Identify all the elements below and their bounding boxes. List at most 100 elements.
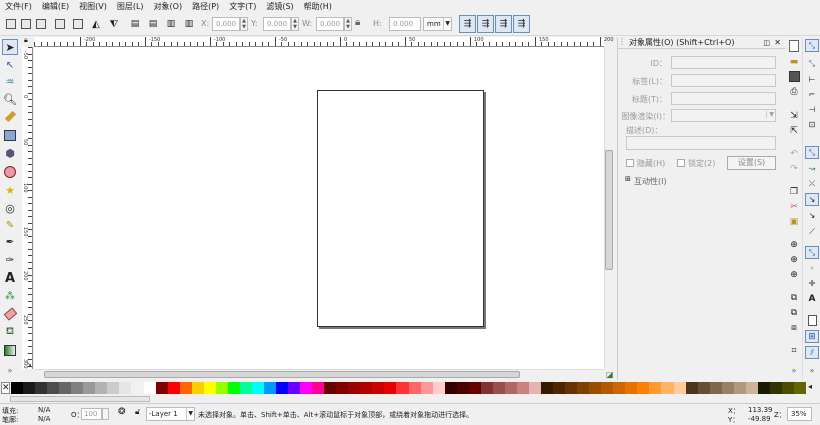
w-stepper[interactable]: ▲ ▼ bbox=[344, 17, 352, 31]
color-swatch[interactable] bbox=[119, 382, 132, 394]
color-swatch[interactable] bbox=[71, 382, 84, 394]
snap-nodes-toggle[interactable]: ⤡ bbox=[805, 146, 819, 159]
export-button[interactable]: ⇱ bbox=[787, 124, 801, 137]
w-field[interactable] bbox=[316, 17, 344, 31]
color-swatch[interactable] bbox=[553, 382, 566, 394]
color-swatch[interactable] bbox=[541, 382, 554, 394]
color-swatch[interactable] bbox=[793, 382, 807, 394]
color-swatch[interactable] bbox=[300, 382, 313, 394]
spray-tool[interactable]: ⁂ bbox=[2, 288, 18, 304]
y-stepper[interactable]: ▲ ▼ bbox=[291, 17, 299, 31]
color-swatch[interactable] bbox=[372, 382, 385, 394]
color-swatch[interactable] bbox=[107, 382, 120, 394]
document-page[interactable] bbox=[317, 90, 484, 327]
snap-guide-toggle[interactable]: ⫽ bbox=[805, 346, 819, 359]
snap-cusp-toggle[interactable]: ↘ bbox=[805, 193, 819, 206]
expand-plus-icon[interactable]: ⊞ bbox=[625, 175, 631, 183]
color-swatch[interactable] bbox=[456, 382, 470, 394]
toolbox-overflow[interactable]: » bbox=[2, 362, 18, 378]
select-all-layers-button[interactable] bbox=[18, 16, 34, 32]
color-swatch[interactable] bbox=[613, 382, 626, 394]
menu-help[interactable]: 帮助(H) bbox=[299, 0, 337, 13]
color-swatch[interactable] bbox=[396, 382, 409, 394]
color-swatch[interactable] bbox=[47, 382, 60, 394]
layer-visibility-icon[interactable]: ❂ bbox=[118, 407, 126, 417]
color-swatch[interactable] bbox=[191, 382, 205, 394]
id-field[interactable] bbox=[671, 56, 776, 69]
save-button[interactable] bbox=[787, 70, 801, 83]
lower-button[interactable]: ▤ bbox=[145, 16, 161, 32]
color-swatch[interactable] bbox=[637, 382, 650, 394]
copy-button[interactable]: ❐ bbox=[787, 185, 801, 198]
color-swatch[interactable] bbox=[781, 382, 795, 394]
print-button[interactable]: ⎙ bbox=[787, 85, 801, 98]
snap-others-toggle[interactable]: ⤡ bbox=[805, 246, 819, 259]
color-swatch[interactable] bbox=[589, 382, 602, 394]
color-swatch[interactable] bbox=[360, 382, 373, 394]
menu-edit[interactable]: 编辑(E) bbox=[37, 0, 74, 13]
snap-page-toggle[interactable] bbox=[805, 314, 819, 327]
color-swatch[interactable] bbox=[492, 382, 506, 394]
color-swatch[interactable] bbox=[384, 382, 397, 394]
color-swatch[interactable] bbox=[673, 382, 687, 394]
rotate-cw-button[interactable] bbox=[70, 16, 86, 32]
move-gradients-toggle[interactable]: ⇶ bbox=[495, 15, 512, 33]
select-all-button[interactable] bbox=[3, 16, 19, 32]
snap-bbox-toggle[interactable]: ⤡ bbox=[805, 57, 819, 70]
snap-midpoint-toggle[interactable]: ⟋ bbox=[805, 225, 819, 238]
title-field[interactable] bbox=[671, 92, 776, 105]
layer-lock-icon[interactable]: 🔓︎ bbox=[135, 407, 140, 417]
measure-tool[interactable] bbox=[2, 108, 18, 124]
palette-menu-icon[interactable]: ◂ bbox=[808, 382, 812, 391]
color-swatch[interactable] bbox=[420, 382, 434, 394]
color-swatch[interactable] bbox=[408, 382, 422, 394]
color-swatch[interactable] bbox=[565, 382, 578, 394]
panel-restore-icon[interactable]: ◫ bbox=[763, 37, 770, 49]
group-button[interactable]: ⌗ bbox=[787, 344, 801, 357]
move-patterns-toggle[interactable]: ⇶ bbox=[513, 15, 530, 33]
color-swatch[interactable] bbox=[83, 382, 96, 394]
color-swatch[interactable] bbox=[745, 382, 759, 394]
color-swatch[interactable] bbox=[167, 382, 181, 394]
snapbar-overflow[interactable]: » bbox=[805, 364, 819, 377]
color-swatch[interactable] bbox=[625, 382, 638, 394]
new-doc-button[interactable] bbox=[787, 39, 801, 52]
color-swatch[interactable] bbox=[263, 382, 277, 394]
x-field[interactable] bbox=[212, 17, 240, 31]
pen-tool[interactable]: ✒ bbox=[2, 234, 18, 250]
snap-text-baseline-toggle[interactable]: A bbox=[805, 292, 819, 305]
node-tool[interactable]: ↖ bbox=[2, 57, 18, 73]
lock-icon[interactable]: 🔒︎ bbox=[355, 17, 360, 28]
color-swatch[interactable] bbox=[516, 382, 530, 394]
fill-value[interactable]: N/A bbox=[38, 406, 50, 414]
color-swatch[interactable] bbox=[11, 382, 24, 394]
cut-button[interactable]: ✂ bbox=[787, 200, 801, 213]
color-swatch[interactable] bbox=[480, 382, 494, 394]
star-tool[interactable]: ★ bbox=[2, 182, 18, 198]
color-swatch[interactable] bbox=[59, 382, 72, 394]
color-swatch[interactable] bbox=[324, 382, 337, 394]
hide-checkbox[interactable] bbox=[626, 159, 634, 167]
color-swatch[interactable] bbox=[444, 382, 458, 394]
snap-intersection-toggle[interactable]: ⤫ bbox=[805, 177, 819, 190]
flip-vertical-button[interactable]: ⧨ bbox=[106, 16, 122, 32]
layer-select[interactable]: -Layer 1 ▼ bbox=[146, 407, 195, 421]
color-swatch[interactable] bbox=[661, 382, 674, 394]
h-field[interactable] bbox=[389, 17, 421, 31]
snap-grid-toggle[interactable]: ⊞ bbox=[805, 330, 819, 343]
color-swatch[interactable] bbox=[432, 382, 446, 394]
vertical-scroll-thumb[interactable] bbox=[605, 150, 613, 270]
color-swatch[interactable] bbox=[601, 382, 614, 394]
color-swatch[interactable] bbox=[769, 382, 783, 394]
color-swatch[interactable] bbox=[733, 382, 747, 394]
zoom-field[interactable]: 35% bbox=[787, 407, 812, 421]
y-field[interactable] bbox=[263, 17, 291, 31]
tag-field[interactable] bbox=[671, 74, 776, 87]
clone-button[interactable]: ⧉ bbox=[787, 306, 801, 319]
color-swatch[interactable] bbox=[709, 382, 723, 394]
menu-layer[interactable]: 图层(L) bbox=[112, 0, 149, 13]
unlink-clone-button[interactable]: ⧈ bbox=[787, 321, 801, 334]
cmdbar-overflow[interactable]: » bbox=[787, 364, 801, 377]
lower-bottom-button[interactable]: ▤ bbox=[127, 16, 143, 32]
paint-bucket-tool[interactable]: ⛾ bbox=[2, 324, 18, 340]
